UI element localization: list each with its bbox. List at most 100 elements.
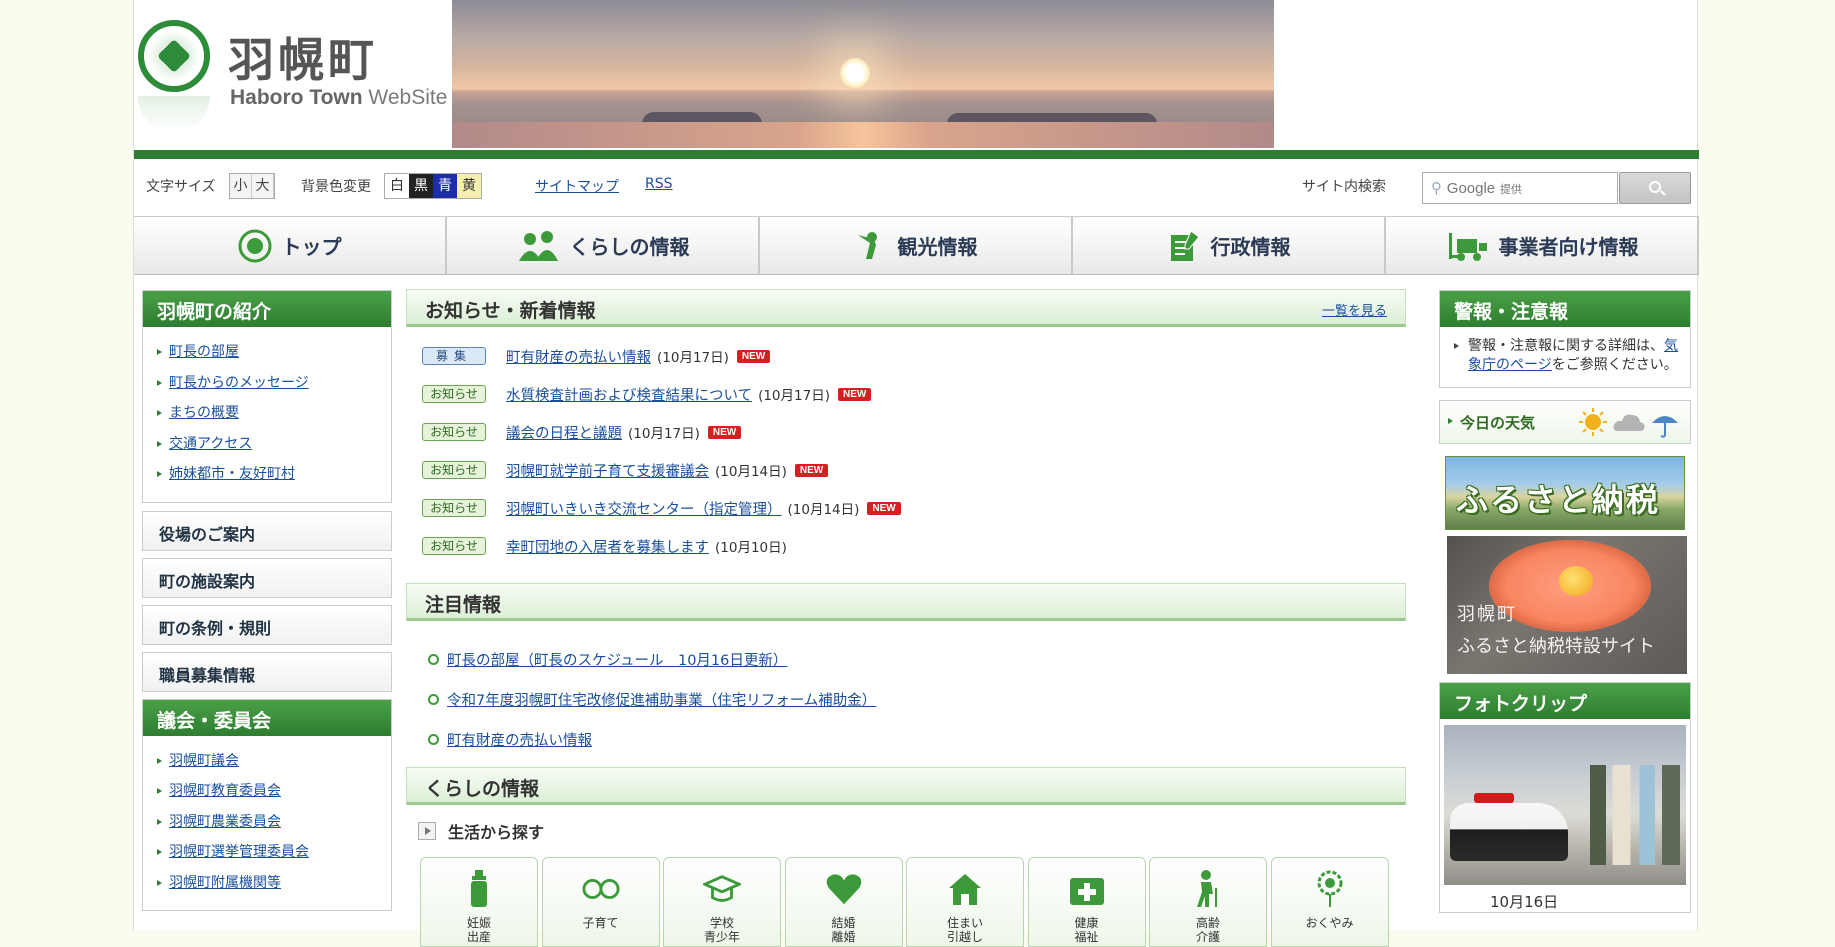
category-school[interactable]: 学校 青少年 — [663, 857, 781, 947]
new-badge: NEW — [867, 501, 901, 515]
news-link[interactable]: 議会の日程と議題 — [506, 422, 622, 443]
site-name: 羽幌町 — [228, 33, 378, 87]
left-sidebar: 羽幌町の紹介 町長の部屋 町長からのメッセージ まちの概要 交通アクセス 姉妹都… — [142, 290, 392, 911]
nav-tourism[interactable]: 観光情報 — [760, 217, 1073, 275]
council-link[interactable]: 羽幌町議会 — [157, 746, 391, 777]
font-large-button[interactable]: 大 — [252, 174, 274, 198]
featured-item: 令和7年度羽幌町住宅改修促進補助事業（住宅リフォーム補助金） — [428, 679, 1406, 719]
intro-link[interactable]: 交通アクセス — [157, 429, 391, 460]
nav-admin-label: 行政情報 — [1210, 235, 1291, 259]
alert-body: 警報・注意報に関する詳細は、気象庁のページをご参照ください。 — [1440, 327, 1690, 387]
council-link[interactable]: 羽幌町農業委員会 — [157, 807, 391, 838]
main-content: お知らせ・新着情報 一覧を見る 募集 町有財産の売払い情報 (10月17日) NEW … — [406, 289, 1406, 947]
header-divider — [134, 150, 1699, 159]
featured-link[interactable]: 令和7年度羽幌町住宅改修促進補助事業（住宅リフォーム補助金） — [447, 689, 876, 710]
regulations-link[interactable]: 町の条例・規則 — [142, 604, 392, 645]
photo-clip-image[interactable] — [1444, 725, 1686, 885]
news-link[interactable]: 羽幌町いきいき交流センター（指定管理） — [506, 498, 782, 519]
living-subhead-label: 生活から探す — [448, 823, 545, 842]
nav-living-label: くらしの情報 — [569, 235, 690, 259]
news-date: (10月14日) — [787, 502, 860, 518]
special-site-line1: 羽幌町 — [1457, 604, 1517, 625]
weather-label: 今日の天気 — [1460, 414, 1536, 432]
bg-blue-button[interactable]: 青 — [433, 174, 457, 198]
news-list: 募集 町有財産の売払い情報 (10月17日) NEW お知らせ 水質検査計画および検査結… — [406, 327, 1406, 565]
category-marriage[interactable]: 結婚 離婚 — [784, 857, 903, 947]
town-emblem-icon — [138, 20, 210, 92]
utility-toolbar: 文字サイズ 小 大 背景色変更 白 黒 青 黄 サイトマップ RSS サイト内検… — [134, 160, 1699, 216]
council-link[interactable]: 羽幌町教育委員会 — [157, 776, 391, 807]
photo-clip-title: フォトクリップ — [1440, 683, 1690, 719]
category-childcare[interactable]: 子育て — [541, 857, 660, 947]
font-small-button[interactable]: 小 — [230, 174, 252, 198]
nav-business-label: 事業者向け情報 — [1498, 235, 1639, 259]
life-category-grid: 妊娠 出産 子育て 学校 青少年 結婚 離婚 住まい 引越し 健康 福祉 高齢 … — [420, 857, 1406, 947]
jobs-link[interactable]: 職員募集情報 — [142, 651, 392, 692]
sitemap-link[interactable]: サイトマップ — [535, 176, 619, 196]
emblem-reflection — [138, 96, 210, 132]
council-link[interactable]: 羽幌町選挙管理委員会 — [157, 837, 391, 868]
bird-icon — [854, 229, 888, 263]
featured-link[interactable]: 町有財産の売払い情報 — [447, 729, 592, 750]
facilities-link[interactable]: 町の施設案内 — [142, 557, 392, 598]
living-subhead: 生活から探す — [418, 819, 1406, 843]
google-provided: 提供 — [1499, 183, 1522, 196]
bg-color-label: 背景色変更 — [301, 179, 371, 195]
search-input[interactable]: ⚲ Google 提供 — [1422, 172, 1618, 204]
bg-white-button[interactable]: 白 — [385, 174, 409, 198]
graduation-cap-icon — [703, 870, 741, 908]
news-item: お知らせ 幸町団地の入居者を募集します (10月10日) — [422, 527, 1406, 565]
weather-widget[interactable]: 今日の天気 — [1439, 400, 1691, 444]
news-link[interactable]: 幸町団地の入居者を募集します — [506, 536, 709, 557]
furusato-special-site-banner[interactable]: 羽幌町 ふるさと納税特設サイト — [1447, 536, 1687, 674]
news-link[interactable]: 水質検査計画および検査結果について — [506, 384, 752, 405]
nav-admin[interactable]: 行政情報 — [1073, 217, 1386, 275]
intro-link[interactable]: 町長の部屋 — [157, 337, 391, 368]
category-badge: お知らせ — [422, 423, 486, 441]
category-badge: お知らせ — [422, 461, 486, 479]
news-link[interactable]: 羽幌町就学前子育て支援審議会 — [506, 460, 709, 481]
news-date: (10月10日) — [715, 540, 787, 556]
intro-link[interactable]: 姉妹都市・友好町村 — [157, 459, 391, 490]
new-badge: NEW — [736, 349, 771, 363]
police-light — [1474, 793, 1514, 803]
bullet-circle-icon — [428, 733, 439, 745]
category-pregnancy[interactable]: 妊娠 出産 — [420, 857, 538, 947]
news-item: お知らせ 羽幌町就学前子育て支援審議会 (10月14日) NEW — [422, 451, 1406, 489]
category-elderly[interactable]: 高齢 介護 — [1149, 857, 1267, 947]
category-housing[interactable]: 住まい 引越し — [906, 857, 1024, 947]
home-emblem-icon — [238, 229, 272, 263]
bullet-circle-icon — [428, 653, 439, 665]
featured-header: 注目情報 — [406, 583, 1406, 621]
sun — [840, 58, 870, 88]
town-intro-links: 町長の部屋 町長からのメッセージ まちの概要 交通アクセス 姉妹都市・友好町村 — [143, 327, 391, 502]
nav-business[interactable]: 事業者向け情報 — [1386, 217, 1699, 275]
news-header: お知らせ・新着情報 一覧を見る — [406, 289, 1406, 327]
nav-living[interactable]: くらしの情報 — [447, 217, 760, 275]
office-guide-link[interactable]: 役場のご案内 — [142, 510, 392, 551]
medical-cross-icon — [1068, 870, 1106, 908]
bg-black-button[interactable]: 黒 — [409, 174, 433, 198]
news-item: お知らせ 水質検査計画および検査結果について (10月17日) NEW — [422, 375, 1406, 413]
bullet-circle-icon — [428, 693, 439, 705]
featured-link[interactable]: 町長の部屋（町長のスケジュール 10月16日更新） — [447, 649, 787, 670]
category-condolence[interactable]: おくやみ — [1270, 857, 1389, 947]
sea — [452, 122, 1274, 148]
nav-top[interactable]: トップ — [134, 217, 447, 275]
council-title: 議会・委員会 — [143, 699, 391, 736]
council-link[interactable]: 羽幌町附属機関等 — [157, 868, 391, 899]
magnifier-icon — [1649, 181, 1661, 193]
news-item: 募集 町有財産の売払い情報 (10月17日) NEW — [422, 337, 1406, 375]
alert-box: 警報・注意報 警報・注意報に関する詳細は、気象庁のページをご参照ください。 — [1439, 290, 1691, 388]
bg-yellow-button[interactable]: 黄 — [457, 174, 481, 198]
search-button[interactable] — [1619, 172, 1691, 204]
news-link[interactable]: 町有財産の売払い情報 — [506, 346, 651, 367]
intro-link[interactable]: まちの概要 — [157, 398, 391, 429]
site-logo[interactable]: 羽幌町 Haboro Town WebSite — [134, 10, 454, 132]
intro-link[interactable]: 町長からのメッセージ — [157, 368, 391, 399]
rss-link[interactable]: RSS — [645, 176, 673, 192]
forklift-icon — [1445, 229, 1489, 263]
category-health[interactable]: 健康 福祉 — [1027, 857, 1146, 947]
furusato-tax-banner[interactable]: ふるさと納税 — [1445, 456, 1685, 530]
news-more-link[interactable]: 一覧を見る — [1322, 300, 1387, 319]
